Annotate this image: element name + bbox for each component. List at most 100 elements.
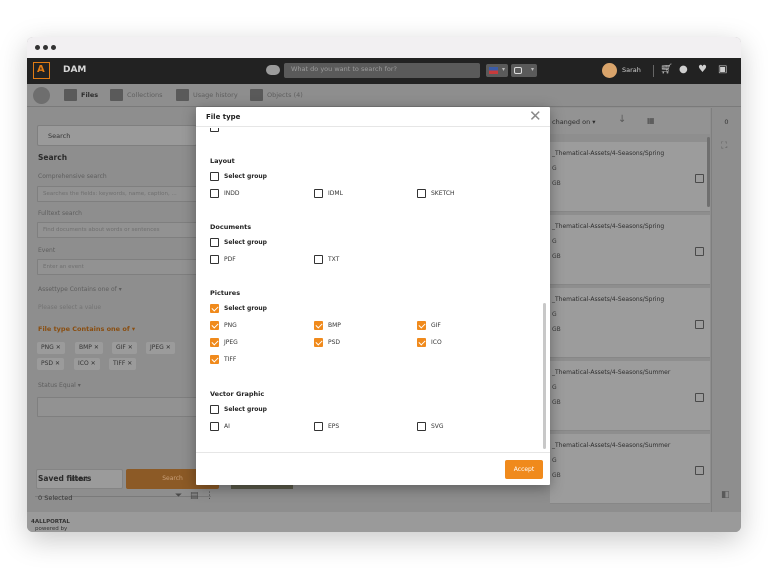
checkbox-box[interactable] <box>417 321 426 330</box>
comprehensive-search-input[interactable]: Searches the fields: keywords, name, cap… <box>37 186 197 202</box>
expand-icon[interactable]: ⛶ <box>721 141 727 151</box>
asset-card[interactable]: _Thematical-Assets/4-Seasons/Spring G GB <box>550 288 710 358</box>
status-label[interactable]: Status Equal ▾ <box>38 382 81 389</box>
checkbox-box[interactable] <box>210 304 219 313</box>
asset-checkbox[interactable] <box>695 466 704 475</box>
asset-type: G <box>552 384 557 391</box>
filter-icon[interactable]: ⏷ <box>175 490 182 502</box>
option-label: IDML <box>328 190 343 197</box>
close-icon[interactable]: ✕ <box>91 360 96 367</box>
sort-dropdown[interactable]: changed on ▾ <box>552 118 596 126</box>
database-dropdown[interactable]: ▾ <box>511 64 537 77</box>
checkbox-box[interactable] <box>417 189 426 198</box>
tab-usage-history[interactable]: Usage history <box>176 88 256 103</box>
chip-label: PNG <box>41 344 54 351</box>
filetype-chip[interactable]: PSD ✕ <box>37 358 64 370</box>
panel-toggle-icon[interactable]: ◧ <box>721 490 730 500</box>
checkbox-box[interactable] <box>210 238 219 247</box>
assettype-label[interactable]: Assettype Contains one of ▾ <box>38 286 122 293</box>
cloud-upload-icon[interactable] <box>266 65 280 75</box>
checkbox-box[interactable] <box>210 321 219 330</box>
filetype-chip[interactable]: TIFF ✕ <box>109 358 137 370</box>
checkbox-box[interactable] <box>314 321 323 330</box>
filetype-chip[interactable]: ICO ✕ <box>74 358 100 370</box>
more-options-icon[interactable]: ⋮ <box>205 490 214 502</box>
group-title-pictures: Pictures <box>210 289 241 297</box>
cart-icon[interactable]: 🛒︎ <box>660 64 673 76</box>
language-dropdown[interactable]: ▾ <box>486 64 508 77</box>
save-icon[interactable]: ▤ <box>190 490 199 502</box>
fulltext-search-input[interactable]: Find documents about words or sentences <box>37 222 197 238</box>
filetype-chip[interactable]: GIF ✕ <box>112 342 137 354</box>
checkbox-box[interactable] <box>210 172 219 181</box>
window-dot-icon[interactable] <box>35 45 40 50</box>
asset-card[interactable]: _Thematical-Assets/4-Seasons/Spring G GB <box>550 142 710 212</box>
close-icon[interactable]: ✕ <box>94 344 99 351</box>
asset-checkbox[interactable] <box>695 393 704 402</box>
filetype-filter-label[interactable]: File type Contains one of ▾ <box>38 325 135 333</box>
option-label: PNG <box>224 322 237 329</box>
option-label: SKETCH <box>431 190 455 197</box>
close-icon[interactable]: ✕ <box>55 360 60 367</box>
group-title-documents: Documents <box>210 223 252 231</box>
option-label: PDF <box>224 256 236 263</box>
menu-icon[interactable] <box>33 87 50 104</box>
results-scrollbar[interactable] <box>707 137 710 207</box>
group-title-layout: Layout <box>210 157 235 165</box>
tab-objects[interactable]: Objects (4) <box>250 88 320 103</box>
checkbox-box[interactable] <box>210 338 219 347</box>
checkbox-box[interactable] <box>314 422 323 431</box>
checkbox-box[interactable] <box>210 128 219 132</box>
select-group-label: Select group <box>224 305 267 312</box>
accept-button[interactable]: Accept <box>505 460 543 479</box>
global-search-input[interactable]: What do you want to search for? <box>284 63 480 78</box>
asset-card[interactable]: _Thematical-Assets/4-Seasons/Spring G GB <box>550 215 710 285</box>
checkbox-box[interactable] <box>210 422 219 431</box>
checkbox-box[interactable] <box>417 422 426 431</box>
close-icon[interactable]: ✕ <box>166 344 171 351</box>
checkbox-box[interactable] <box>314 338 323 347</box>
asset-card[interactable]: _Thematical-Assets/4-Seasons/Summer G GB <box>550 434 710 504</box>
asset-path: _Thematical-Assets/4-Seasons/Spring <box>552 150 665 157</box>
close-icon[interactable]: ✕ <box>128 344 133 351</box>
checkbox-box[interactable] <box>210 355 219 364</box>
grid-view-icon[interactable]: ▦ <box>647 116 655 125</box>
filetype-chip[interactable]: PNG ✕ <box>37 342 65 354</box>
filetype-chip[interactable]: BMP ✕ <box>75 342 103 354</box>
logo-icon[interactable]: A <box>33 62 50 79</box>
filetype-label-text: File type <box>38 325 70 333</box>
asset-card[interactable]: _Thematical-Assets/4-Seasons/Summer G GB <box>550 361 710 431</box>
checkbox-box[interactable] <box>210 405 219 414</box>
checkbox-box[interactable] <box>210 255 219 264</box>
asset-checkbox[interactable] <box>695 247 704 256</box>
status-input[interactable] <box>37 397 197 417</box>
grid-menu-icon[interactable]: ▣ <box>718 64 727 76</box>
checkbox-box[interactable] <box>314 189 323 198</box>
event-input[interactable]: Enter an event <box>37 259 197 275</box>
modal-scrollbar[interactable] <box>543 303 546 449</box>
assettype-placeholder[interactable]: Please select a value <box>38 304 101 311</box>
sort-direction-icon[interactable]: ↓ <box>618 114 626 125</box>
selected-count: 0 Selected <box>38 494 73 502</box>
close-icon[interactable]: ✕ <box>56 344 61 351</box>
asset-size: GB <box>552 326 561 333</box>
checkbox-box[interactable] <box>417 338 426 347</box>
checkbox-box[interactable] <box>314 255 323 264</box>
close-icon[interactable]: ✕ <box>529 109 542 124</box>
avatar[interactable] <box>602 63 617 78</box>
clock-icon[interactable]: ● <box>679 64 688 76</box>
window-dot-icon[interactable] <box>43 45 48 50</box>
asset-checkbox[interactable] <box>695 320 704 329</box>
event-placeholder: Enter an event <box>43 264 84 270</box>
close-icon[interactable]: ✕ <box>127 360 132 367</box>
checkbox-box[interactable] <box>210 189 219 198</box>
footer-brand[interactable]: 4ALLPORTAL <box>31 519 70 525</box>
user-name[interactable]: Sarah <box>622 66 641 74</box>
sidebar-search-field[interactable]: Search <box>37 125 197 146</box>
asset-checkbox[interactable] <box>695 174 704 183</box>
heart-icon[interactable]: ♥ <box>698 64 707 76</box>
filetype-chip[interactable]: JPEG ✕ <box>146 342 175 354</box>
asset-type: G <box>552 457 557 464</box>
window-dot-icon[interactable] <box>51 45 56 50</box>
chevron-down-icon: ▾ <box>77 382 81 389</box>
